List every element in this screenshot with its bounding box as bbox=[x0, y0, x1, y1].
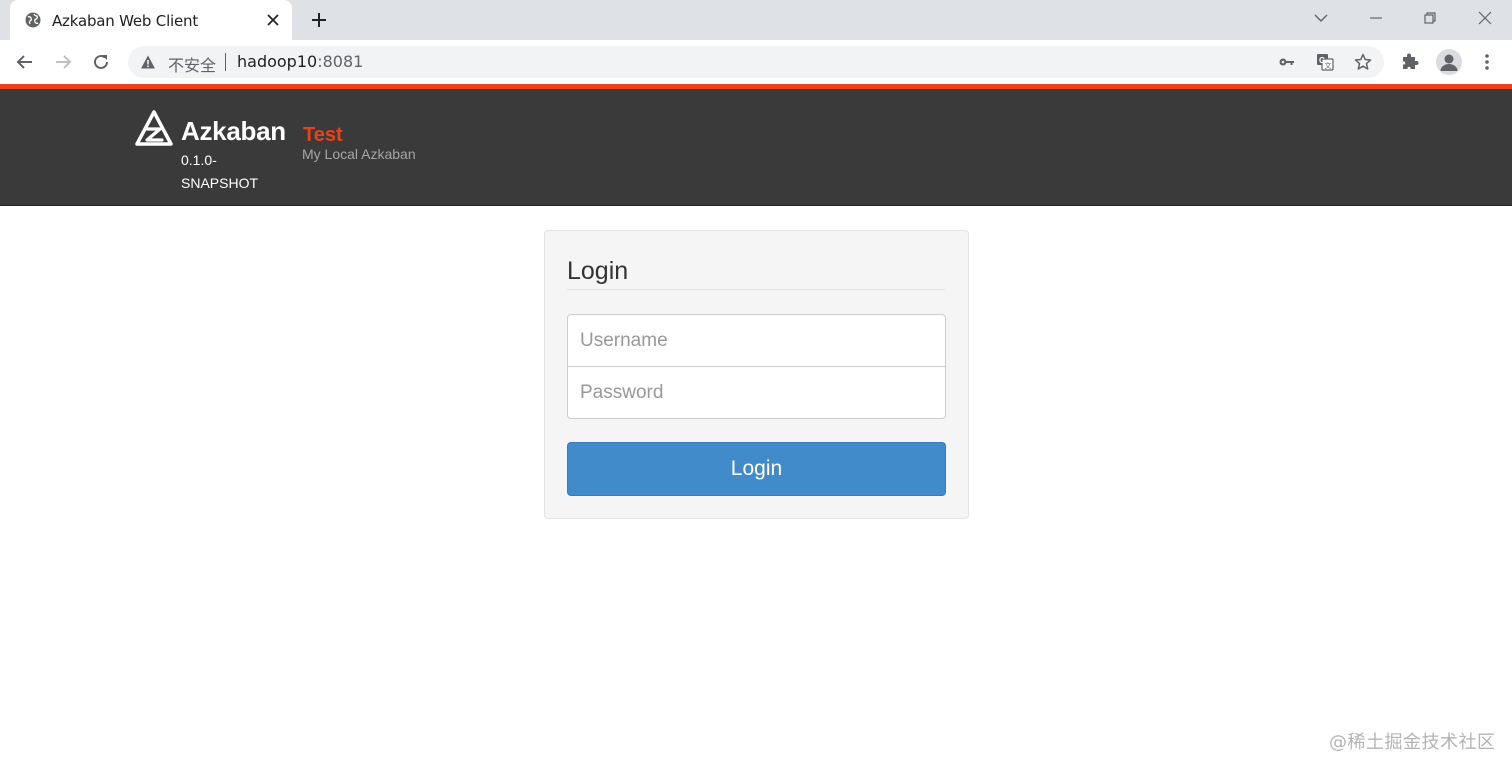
heading-divider bbox=[567, 289, 945, 290]
profile-avatar[interactable] bbox=[1436, 49, 1462, 75]
login-heading: Login bbox=[567, 257, 629, 285]
globe-icon bbox=[25, 12, 41, 28]
svg-text:文: 文 bbox=[1325, 61, 1332, 70]
browser-toolbar: 不安全 hadoop10:8081 G 文 bbox=[0, 40, 1512, 84]
url-text[interactable]: hadoop10:8081 bbox=[237, 52, 363, 71]
close-window-icon[interactable] bbox=[1475, 8, 1495, 28]
reload-icon[interactable] bbox=[90, 51, 112, 73]
kebab-menu-icon[interactable] bbox=[1476, 51, 1498, 73]
environment-name: Test bbox=[303, 124, 343, 146]
forward-arrow-icon[interactable] bbox=[52, 51, 74, 73]
azkaban-logo-icon[interactable] bbox=[134, 109, 174, 149]
new-tab-icon[interactable] bbox=[309, 10, 329, 30]
brand-name[interactable]: Azkaban bbox=[181, 116, 286, 147]
tab-search-chevron-icon[interactable] bbox=[1311, 8, 1331, 28]
browser-tab[interactable]: Azkaban Web Client bbox=[10, 0, 292, 40]
security-label[interactable]: 不安全 bbox=[168, 52, 216, 76]
url-host: hadoop10 bbox=[237, 52, 318, 71]
minimize-icon[interactable] bbox=[1366, 8, 1386, 28]
environment-description: My Local Azkaban bbox=[302, 146, 416, 162]
username-input[interactable] bbox=[567, 314, 946, 367]
person-icon bbox=[1440, 54, 1458, 71]
browser-tab-strip: Azkaban Web Client bbox=[0, 0, 1512, 40]
login-panel: Login Login bbox=[544, 230, 969, 519]
brand-version: 0.1.0-SNAPSHOT bbox=[181, 152, 259, 191]
login-button[interactable]: Login bbox=[567, 442, 946, 496]
key-icon[interactable] bbox=[1278, 53, 1296, 71]
extensions-puzzle-icon[interactable] bbox=[1399, 51, 1421, 73]
url-port: :8081 bbox=[317, 52, 364, 71]
close-tab-icon[interactable] bbox=[264, 11, 282, 29]
back-arrow-icon[interactable] bbox=[14, 51, 36, 73]
watermark-text: @稀土掘金技术社区 bbox=[1329, 732, 1496, 753]
warning-icon[interactable] bbox=[140, 54, 156, 70]
password-input[interactable] bbox=[567, 366, 946, 419]
restore-icon[interactable] bbox=[1420, 8, 1440, 28]
azkaban-header: Azkaban 0.1.0-SNAPSHOT Test My Local Azk… bbox=[0, 89, 1512, 206]
tab-title: Azkaban Web Client bbox=[52, 12, 199, 30]
address-bar[interactable]: 不安全 hadoop10:8081 G 文 bbox=[128, 46, 1384, 78]
bookmark-star-icon[interactable] bbox=[1354, 53, 1372, 71]
address-separator bbox=[225, 53, 226, 71]
translate-icon[interactable]: G 文 bbox=[1316, 53, 1334, 71]
